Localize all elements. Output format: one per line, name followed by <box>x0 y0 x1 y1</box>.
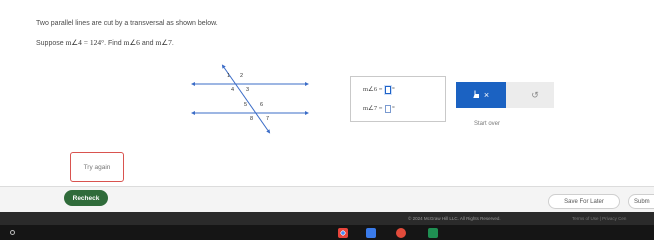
answer-label-angle-6: m∠6 = <box>363 86 383 93</box>
angle-label-7: 7 <box>266 116 269 122</box>
copyright-text: © 2024 McGraw Hill LLC. All Rights Reser… <box>408 216 501 221</box>
degree-unit-7: ° <box>392 105 395 112</box>
angle-label-4: 4 <box>231 87 234 93</box>
find-word: . Find <box>104 40 122 47</box>
answer-row-angle-7: m∠7 = ° <box>363 104 395 113</box>
angle-label-2: 2 <box>240 73 243 79</box>
recheck-button[interactable]: Recheck <box>64 190 108 206</box>
angle-label-1: 1 <box>227 73 230 79</box>
try-again-button[interactable]: Try again <box>70 152 124 182</box>
suppose-word: Suppose <box>36 40 64 47</box>
media-app-icon[interactable] <box>396 228 406 238</box>
degree-unit-6: ° <box>392 86 395 93</box>
start-over-link[interactable]: Start over <box>474 121 500 127</box>
save-for-later-button[interactable]: Save For Later <box>548 194 620 209</box>
angle-7-input[interactable] <box>385 104 392 113</box>
problem-statement: Suppose m∠4 = 124°. Find m∠6 and m∠7. <box>36 38 174 47</box>
given-angle: m∠4 = 124° <box>65 38 105 47</box>
find-angle-7: m∠7 <box>155 38 172 47</box>
footer-links[interactable]: Terms of Use | Privacy Cen <box>572 216 626 221</box>
angle-label-6: 6 <box>260 102 263 108</box>
end-period: . <box>171 40 174 47</box>
and-word: and <box>141 40 154 47</box>
answer-box: m∠6 = ° m∠7 = ° <box>350 76 446 122</box>
undo-icon: ↺ <box>531 89 539 100</box>
angle-6-input[interactable] <box>385 85 392 94</box>
answer-label-angle-7: m∠7 = <box>363 105 383 112</box>
taskbar <box>0 225 654 240</box>
pointer-hand-icon <box>473 90 480 100</box>
answer-toolbar: × ↺ <box>456 82 554 108</box>
launcher-icon[interactable] <box>10 230 15 235</box>
problem-intro: Two parallel lines are cut by a transver… <box>36 20 218 27</box>
page: Two parallel lines are cut by a transver… <box>0 0 654 240</box>
answer-row-angle-6: m∠6 = ° <box>363 85 395 94</box>
chrome-app-icon[interactable] <box>338 228 348 238</box>
angle-label-5: 5 <box>244 102 247 108</box>
docs-app-icon[interactable] <box>366 228 376 238</box>
submit-button[interactable]: Subm <box>628 194 654 209</box>
clear-button[interactable]: × <box>456 82 506 108</box>
angle-label-3: 3 <box>246 87 249 93</box>
calendar-app-icon[interactable] <box>428 228 438 238</box>
undo-button[interactable]: ↺ <box>516 82 554 108</box>
angle-label-8: 8 <box>250 116 253 122</box>
copyright-bar: © 2024 McGraw Hill LLC. All Rights Reser… <box>0 212 654 225</box>
find-angle-6: m∠6 <box>123 38 140 47</box>
parallel-lines-diagram: 1 2 4 3 5 6 8 7 <box>191 64 309 134</box>
clear-icon: × <box>483 90 490 100</box>
